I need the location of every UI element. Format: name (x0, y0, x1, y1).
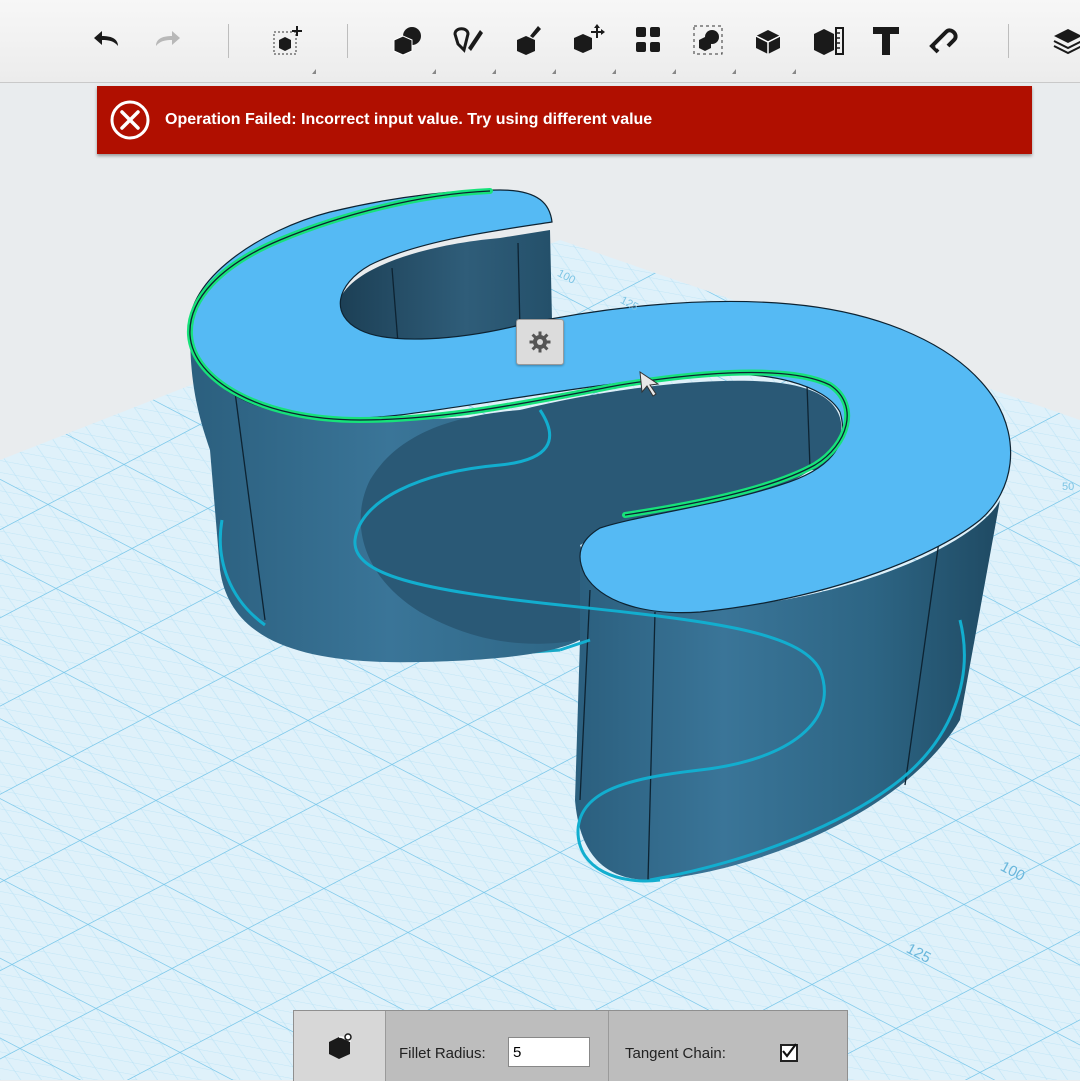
fillet-radius-label: Fillet Radius: (399, 1045, 486, 1062)
toolbar-separator (347, 24, 348, 58)
error-banner: Operation Failed: Incorrect input value.… (97, 86, 1032, 154)
fillet-panel: Fillet Radius: Tangent Chain: (293, 1010, 848, 1081)
fillet-radius-input[interactable] (508, 1037, 590, 1067)
primitives-icon[interactable] (388, 20, 436, 74)
error-message: Operation Failed: Incorrect input value.… (165, 111, 653, 128)
transform-icon[interactable] (268, 20, 316, 74)
redo-icon[interactable] (146, 20, 186, 60)
modify-icon[interactable] (568, 20, 616, 74)
scene-canvas[interactable] (0, 83, 1080, 1080)
error-circle-x-icon (110, 100, 150, 140)
grid-label: 50 (1062, 481, 1075, 493)
sketch-icon[interactable] (448, 20, 496, 74)
gear-icon (529, 331, 551, 353)
fillet-tool-cell[interactable] (294, 1011, 386, 1081)
context-menu-button[interactable] (516, 319, 564, 365)
combine-icon[interactable] (748, 20, 796, 74)
tangent-chain-checkbox[interactable] (780, 1043, 798, 1062)
pattern-icon[interactable] (628, 20, 676, 74)
fillet-icon (328, 1033, 352, 1059)
text-icon[interactable] (866, 20, 906, 60)
undo-icon[interactable] (88, 20, 128, 60)
material-icon[interactable] (1048, 20, 1080, 60)
3d-viewport[interactable]: 100 125 50 125 100 (0, 83, 1080, 1080)
snap-icon[interactable] (926, 20, 966, 60)
grouping-icon[interactable] (688, 20, 736, 74)
tangent-chain-cell: Tangent Chain: (609, 1011, 847, 1081)
measure-icon[interactable] (808, 20, 848, 60)
fillet-radius-cell: Fillet Radius: (386, 1011, 609, 1081)
main-toolbar (0, 0, 1080, 83)
tangent-chain-label: Tangent Chain: (625, 1045, 726, 1062)
toolbar-separator (1008, 24, 1009, 58)
toolbar-separator (228, 24, 229, 58)
construct-icon[interactable] (508, 20, 556, 74)
checkmark-icon (782, 1043, 797, 1058)
